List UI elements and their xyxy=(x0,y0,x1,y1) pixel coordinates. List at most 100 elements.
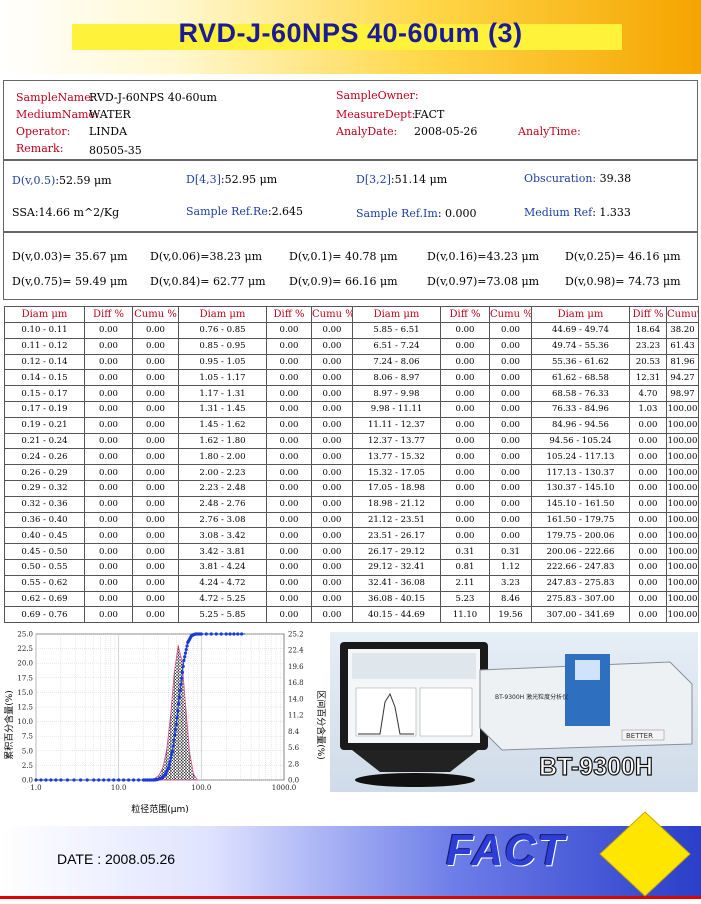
cell-diam-1: 0.15 - 0.17 xyxy=(4,385,85,402)
fact-logo: FACT xyxy=(446,826,565,875)
percentile-d01: D(v,0.1)= 40.78 μm xyxy=(289,250,398,263)
cell-cumu-3: 8.46 xyxy=(489,590,532,608)
cumu-point xyxy=(174,722,178,726)
cell-diam-1: 0.12 - 0.14 xyxy=(4,353,85,371)
cumu-point xyxy=(79,778,83,782)
col-header-diam-2: Diam μm xyxy=(178,306,267,323)
cell-cumu-3: 0.00 xyxy=(489,448,532,466)
cell-cumu-4: 100.00 xyxy=(666,606,699,624)
cumu-point xyxy=(136,778,141,782)
cell-diam-3: 40.15 - 44.69 xyxy=(352,606,441,624)
cell-diam-1: 0.11 - 0.12 xyxy=(4,337,85,355)
cell-cumu-3: 1.12 xyxy=(489,558,532,576)
cell-cumu-3: 0.00 xyxy=(489,479,532,497)
cell-diff-2: 0.00 xyxy=(266,543,312,560)
cumu-point xyxy=(182,658,186,662)
table-row: 0.26 - 0.29 0.00 0.00 2.00 - 2.23 0.00 0.00 15… xyxy=(4,464,699,481)
cumu-point xyxy=(181,664,185,668)
cell-diff-4: 0.00 xyxy=(629,558,667,576)
cell-diam-3: 36.08 - 40.15 xyxy=(352,590,441,608)
x-tick-label: 10.0 xyxy=(111,784,127,792)
distribution-chart: 0.02.55.07.510.012.515.017.520.022.525.0… xyxy=(3,631,327,816)
cumu-point xyxy=(224,632,228,636)
remark-value: 80505-35 xyxy=(89,144,142,157)
cell-diam-4: 275.83 - 307.00 xyxy=(531,590,630,608)
col-header-cumu-1: Cumu % xyxy=(132,306,179,323)
medium-ref-value: : 1.333 xyxy=(592,206,631,219)
y-right-axis-label: 区间百分含量(%) xyxy=(315,690,327,760)
cell-diam-3: 6.51 - 7.24 xyxy=(352,337,441,355)
col-header-cumu-2: Cumu % xyxy=(311,306,353,323)
cumu-point xyxy=(173,728,178,732)
cell-diff-3: 11.10 xyxy=(440,606,490,624)
cell-cumu-1: 0.00 xyxy=(132,448,179,466)
analyzer-window xyxy=(575,660,600,680)
cell-diff-4: 20.53 xyxy=(629,353,667,371)
cell-diff-4: 0.00 xyxy=(629,527,667,545)
table-row: 0.19 - 0.21 0.00 0.00 1.45 - 1.62 0.00 0.00 11… xyxy=(4,416,699,434)
header-band: RVD-J-60NPS 40-60um (3) xyxy=(0,0,701,74)
cell-diff-4: 0.00 xyxy=(629,511,667,529)
medium-ref-stat: Medium Ref: 1.333 xyxy=(524,206,631,219)
cell-cumu-1: 0.00 xyxy=(132,353,179,371)
operator-value: LINDA xyxy=(89,125,128,138)
cell-cumu-1: 0.00 xyxy=(132,464,179,481)
cell-diam-1: 0.50 - 0.55 xyxy=(4,558,85,576)
cumu-point xyxy=(175,715,179,720)
cumu-point xyxy=(169,756,173,760)
cell-cumu-1: 0.00 xyxy=(132,369,179,387)
dv05-label: D(v,0.5) xyxy=(12,174,56,187)
y-left-tick-label: 5.0 xyxy=(22,747,33,755)
medium-name-label: MediumName: xyxy=(16,108,99,121)
cumu-point xyxy=(177,695,181,699)
cumu-point xyxy=(92,778,96,782)
y-left-tick-label: 7.5 xyxy=(22,733,33,741)
cell-diam-2: 0.95 - 1.05 xyxy=(178,353,267,371)
cell-diff-1: 0.00 xyxy=(84,322,133,339)
cell-diam-3: 26.17 - 29.12 xyxy=(352,543,441,560)
cumu-point xyxy=(85,778,89,782)
y-right-tick-label: 5.6 xyxy=(288,744,300,752)
cell-diam-2: 0.85 - 0.95 xyxy=(178,337,267,355)
cell-diam-4: 55.36 - 61.62 xyxy=(531,353,630,371)
cell-diam-3: 17.05 - 18.98 xyxy=(352,479,441,497)
cell-diam-3: 9.98 - 11.11 xyxy=(352,400,441,418)
col-header-diam-3: Diam μm xyxy=(352,306,441,323)
cell-cumu-2: 0.00 xyxy=(311,495,353,513)
dv05-stat: D(v,0.5):52.59 μm xyxy=(12,174,112,187)
cell-cumu-4: 100.00 xyxy=(666,511,699,529)
table-row: 0.11 - 0.12 0.00 0.00 0.85 - 0.95 0.00 0.00 6.… xyxy=(4,337,699,355)
cell-diam-2: 1.17 - 1.31 xyxy=(178,385,267,402)
cell-diff-3: 0.00 xyxy=(440,322,490,339)
percentile-d016: D(v,0.16)=43.23 μm xyxy=(427,250,540,263)
table-row: 0.36 - 0.40 0.00 0.00 2.76 - 3.08 0.00 0.00 21… xyxy=(4,511,699,529)
y-right-tick-label: 16.8 xyxy=(288,679,304,687)
cell-cumu-1: 0.00 xyxy=(132,527,179,545)
cell-cumu-2: 0.00 xyxy=(311,558,353,576)
cell-cumu-4: 100.00 xyxy=(666,495,699,513)
screen-table xyxy=(352,653,476,679)
cell-cumu-1: 0.00 xyxy=(132,400,179,418)
cumu-point xyxy=(122,778,126,782)
sample-ref-re-value: :2.645 xyxy=(267,205,304,218)
cumu-point xyxy=(214,632,218,636)
table-row: 0.14 - 0.15 0.00 0.00 1.05 - 1.17 0.00 0.00 8.… xyxy=(4,369,699,387)
d43-label: D[4,3] xyxy=(186,173,221,186)
dv05-value: :52.59 μm xyxy=(55,174,112,187)
cell-cumu-2: 0.00 xyxy=(311,432,353,450)
cumu-point xyxy=(183,651,188,655)
cell-diam-4: 307.00 - 341.69 xyxy=(531,606,630,624)
cell-diam-4: 130.37 - 145.10 xyxy=(531,479,630,497)
table-row: 0.21 - 0.24 0.00 0.00 1.62 - 1.80 0.00 0.00 12… xyxy=(4,432,699,450)
cell-diam-2: 4.72 - 5.25 xyxy=(178,590,267,608)
cumu-point xyxy=(171,744,175,748)
cell-diam-4: 105.24 - 117.13 xyxy=(531,448,630,466)
cell-diam-3: 8.06 - 8.97 xyxy=(352,369,441,387)
model-label: BT-9300H xyxy=(539,753,653,781)
cell-diff-2: 0.00 xyxy=(266,322,312,339)
analyzer-panel-text: BT-9300H 激光粒度分析仪 xyxy=(495,693,568,701)
cell-diam-1: 0.10 - 0.11 xyxy=(4,322,85,339)
cell-diff-2: 0.00 xyxy=(266,479,312,497)
y-left-tick-label: 22.5 xyxy=(17,645,33,653)
cell-diff-4: 12.31 xyxy=(629,369,667,387)
